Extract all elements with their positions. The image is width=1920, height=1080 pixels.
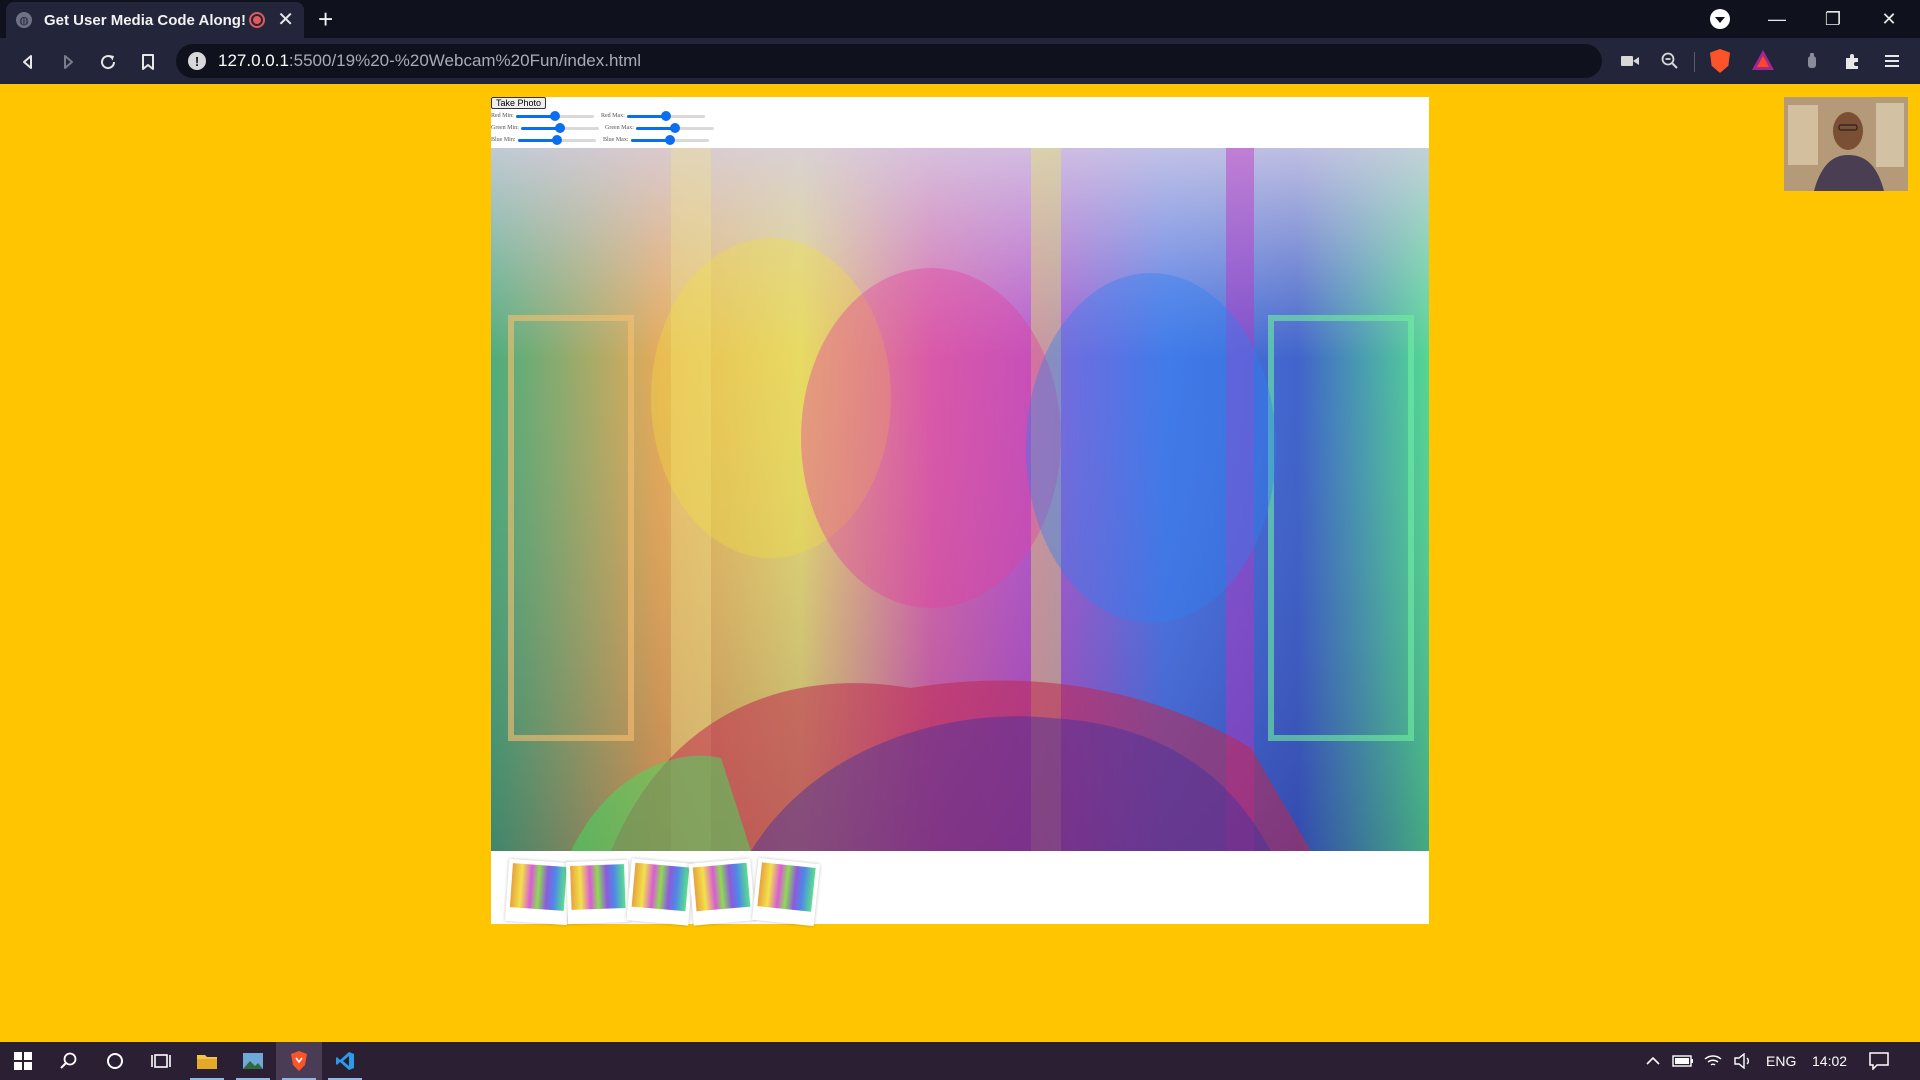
- notifications-icon[interactable]: [1856, 1042, 1902, 1080]
- forward-icon[interactable]: [54, 48, 82, 76]
- slider-label: Blue Min:: [491, 137, 516, 143]
- slider-label: Red Max:: [601, 113, 625, 119]
- address-bar[interactable]: ! 127.0.0.1 :5500/19%20-%20Webcam%20Fun/…: [176, 44, 1602, 78]
- brave-rewards-icon[interactable]: [1752, 50, 1774, 70]
- slider-label: Green Min:: [491, 125, 519, 131]
- strip-photo[interactable]: [565, 859, 631, 925]
- slider-label: Green Max:: [605, 125, 634, 131]
- range-input[interactable]: [626, 110, 705, 122]
- slider-blue-min: Blue Min:: [491, 134, 596, 146]
- slider-thumb[interactable]: [549, 111, 560, 121]
- photo-strip: [491, 851, 1429, 927]
- slider-thumb[interactable]: [664, 135, 675, 145]
- strip-photo-image: [631, 862, 690, 912]
- vscode-icon[interactable]: [322, 1042, 368, 1080]
- strip-photo[interactable]: [751, 857, 821, 927]
- browser-tab[interactable]: ◍ Get User Media Code Along! ✕: [6, 2, 304, 38]
- range-input[interactable]: [515, 110, 594, 122]
- new-tab-button[interactable]: +: [318, 4, 333, 34]
- extensions-icon[interactable]: [1838, 46, 1866, 76]
- range-input[interactable]: [630, 134, 709, 146]
- strip-photo-image: [757, 862, 816, 912]
- search-icon[interactable]: [46, 1042, 92, 1080]
- tab-close-button[interactable]: ✕: [277, 10, 294, 30]
- tab-bar: ◍ Get User Media Code Along! ✕ + — ❐ ✕: [0, 0, 1920, 38]
- strip-photo-image: [570, 864, 626, 910]
- language-indicator[interactable]: ENG: [1766, 1042, 1796, 1080]
- tab-title: Get User Media Code Along!: [44, 11, 246, 29]
- slider-label: Red Min:: [491, 113, 514, 119]
- strip-photo-image: [692, 862, 751, 912]
- cortana-icon[interactable]: [92, 1042, 138, 1080]
- browser-toolbar: ! 127.0.0.1 :5500/19%20-%20Webcam%20Fun/…: [0, 38, 1920, 84]
- photos-app-icon[interactable]: [230, 1042, 276, 1080]
- slider-green-max: Green Max:: [605, 122, 714, 134]
- photo-canvas: [491, 148, 1429, 851]
- strip-photo-image: [509, 863, 567, 911]
- camera-icon[interactable]: [1616, 46, 1644, 76]
- taskbar: ENG 14:02: [0, 1042, 1920, 1080]
- restore-button[interactable]: ❐: [1810, 0, 1856, 38]
- strip-photo[interactable]: [688, 858, 756, 926]
- clock[interactable]: 14:02: [1812, 1042, 1847, 1080]
- toolbar-separator: [1694, 52, 1695, 72]
- wallet-icon[interactable]: [1798, 46, 1826, 76]
- slider-blue-max: Blue Max:: [603, 134, 709, 146]
- minimize-button[interactable]: —: [1754, 0, 1800, 38]
- brave-shields-icon[interactable]: [1710, 49, 1730, 73]
- slider-red-min: Red Min:: [491, 110, 594, 122]
- webcam-video-preview: [1784, 97, 1908, 191]
- bookmark-icon[interactable]: [134, 48, 162, 76]
- volume-icon[interactable]: [1720, 1042, 1766, 1080]
- close-window-button[interactable]: ✕: [1866, 0, 1912, 38]
- site-info-icon[interactable]: !: [188, 52, 206, 70]
- range-input[interactable]: [635, 122, 714, 134]
- slider-thumb[interactable]: [551, 135, 562, 145]
- slider-thumb[interactable]: [554, 123, 565, 133]
- slider-label: Blue Max:: [603, 137, 629, 143]
- slider-red-max: Red Max:: [601, 110, 705, 122]
- strip-photo[interactable]: [504, 858, 572, 926]
- zoom-out-icon[interactable]: [1656, 46, 1684, 76]
- recording-indicator-icon: [249, 12, 266, 28]
- photobooth: Take Photo Red Min: Red Max: Green Min: …: [491, 97, 1429, 927]
- slider-thumb[interactable]: [660, 111, 671, 121]
- filtered-webcam-image: [491, 148, 1429, 851]
- windows-start-icon[interactable]: [0, 1042, 46, 1080]
- strip-photo[interactable]: [626, 858, 694, 926]
- reload-icon[interactable]: [94, 48, 122, 76]
- range-input[interactable]: [520, 122, 599, 134]
- url-host: 127.0.0.1: [218, 51, 289, 70]
- file-explorer-icon[interactable]: [184, 1042, 230, 1080]
- slider-green-min: Green Min:: [491, 122, 599, 134]
- globe-icon: ◍: [16, 12, 32, 28]
- task-view-icon[interactable]: [138, 1042, 184, 1080]
- rgb-controls: Take Photo Red Min: Red Max: Green Min: …: [491, 97, 1429, 149]
- tab-search-icon[interactable]: [1710, 9, 1730, 29]
- range-input[interactable]: [517, 134, 596, 146]
- take-photo-button[interactable]: Take Photo: [491, 97, 547, 109]
- slider-thumb[interactable]: [669, 123, 680, 133]
- brave-browser-icon[interactable]: [276, 1042, 322, 1080]
- menu-icon[interactable]: [1878, 46, 1906, 76]
- back-icon[interactable]: [14, 48, 42, 76]
- url-path: :5500/19%20-%20Webcam%20Fun/index.html: [288, 51, 642, 70]
